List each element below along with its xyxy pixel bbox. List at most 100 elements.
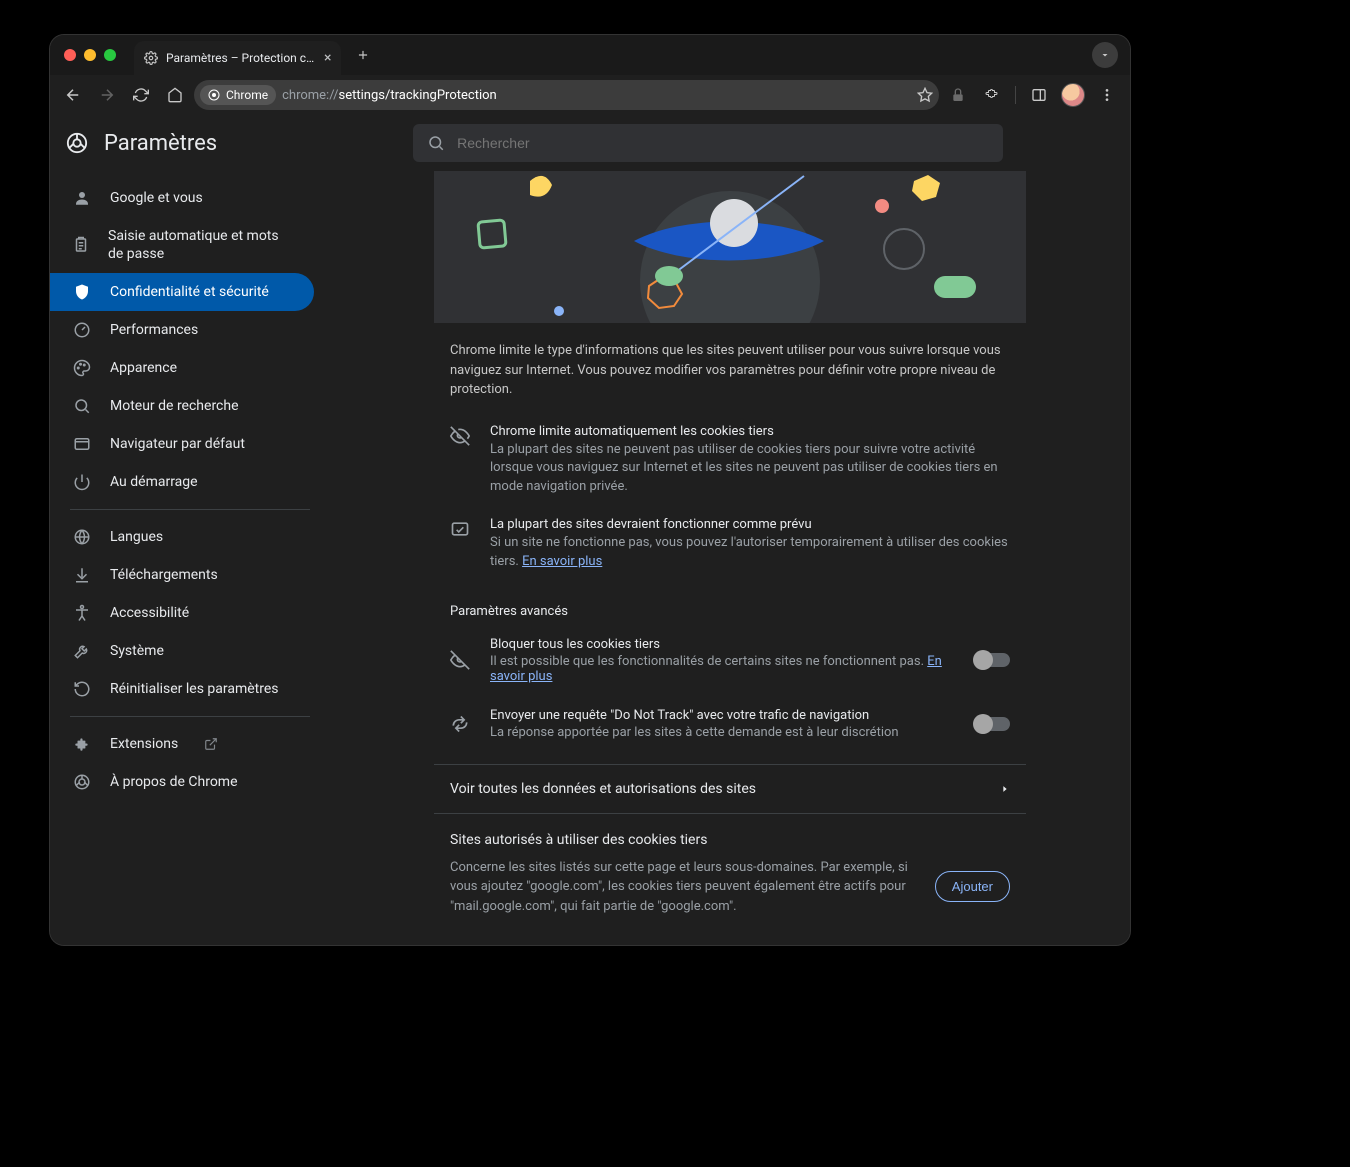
- sidebar-item-label: Téléchargements: [110, 567, 218, 583]
- add-site-button[interactable]: Ajouter: [935, 871, 1010, 902]
- settings-search[interactable]: [413, 124, 1003, 162]
- main-content: Chrome limite le type d'informations que…: [330, 171, 1130, 945]
- home-button[interactable]: [160, 80, 190, 110]
- sidebar-item-system[interactable]: Système: [50, 632, 314, 670]
- setting-desc: Il est possible que les fonctionnalités …: [490, 654, 960, 684]
- sidebar-item-autofill[interactable]: Saisie automatique et mots de passe: [50, 217, 314, 273]
- speedometer-icon: [72, 321, 92, 339]
- sidebar: Google et vous Saisie automatique et mot…: [50, 171, 330, 945]
- close-window-button[interactable]: [64, 49, 76, 61]
- sidebar-item-on-startup[interactable]: Au démarrage: [50, 463, 314, 501]
- tab-title: Paramètres – Protection cont: [166, 51, 316, 65]
- external-link-icon: [204, 737, 218, 751]
- accessibility-icon: [72, 604, 92, 622]
- sidebar-item-label: Langues: [110, 529, 163, 545]
- settings-search-input[interactable]: [455, 134, 989, 152]
- chrome-icon: [208, 89, 220, 101]
- maximize-window-button[interactable]: [104, 49, 116, 61]
- puzzle-icon: [72, 735, 92, 753]
- learn-more-link[interactable]: En savoir plus: [522, 554, 602, 569]
- reload-button[interactable]: [126, 80, 156, 110]
- sidebar-item-reset[interactable]: Réinitialiser les paramètres: [50, 670, 314, 708]
- power-icon: [72, 473, 92, 491]
- sidebar-item-label: Confidentialité et sécurité: [110, 284, 269, 300]
- advanced-section-label: Paramètres avancés: [434, 582, 1026, 625]
- tab-strip: Paramètres – Protection cont ×: [50, 35, 1130, 75]
- do-not-track-toggle[interactable]: [976, 717, 1010, 731]
- info-title: Chrome limite automatiquement les cookie…: [490, 424, 1010, 439]
- sidebar-item-about[interactable]: À propos de Chrome: [50, 763, 314, 801]
- back-button[interactable]: [58, 80, 88, 110]
- url-bar[interactable]: Chrome chrome://settings/trackingProtect…: [194, 80, 939, 110]
- browser-window: Paramètres – Protection cont × Chrome ch…: [50, 35, 1130, 945]
- info-sites-should-work: La plupart des sites devraient fonctionn…: [434, 507, 1026, 582]
- allowed-sites-section: Sites autorisés à utiliser des cookies t…: [434, 814, 1026, 935]
- sidebar-item-privacy-security[interactable]: Confidentialité et sécurité: [50, 273, 314, 311]
- side-panel-button[interactable]: [1024, 80, 1054, 110]
- chrome-icon: [72, 773, 92, 791]
- sidebar-item-label: Au démarrage: [110, 474, 198, 490]
- sidebar-item-accessibility[interactable]: Accessibilité: [50, 594, 314, 632]
- sidebar-item-label: Navigateur par défaut: [110, 436, 245, 452]
- browser-window-icon: [72, 435, 92, 453]
- sidebar-item-label: À propos de Chrome: [110, 774, 238, 790]
- sidebar-item-google-and-you[interactable]: Google et vous: [50, 179, 314, 217]
- lock-extension-icon[interactable]: [943, 80, 973, 110]
- sidebar-item-label: Accessibilité: [110, 605, 189, 621]
- wrench-icon: [72, 642, 92, 660]
- new-tab-button[interactable]: [349, 41, 377, 69]
- page-title: Paramètres: [104, 131, 217, 156]
- tab-search-button[interactable]: [1092, 42, 1118, 68]
- bookmark-star-icon[interactable]: [917, 87, 933, 103]
- info-desc: La plupart des sites ne peuvent pas util…: [490, 441, 1010, 498]
- sidebar-item-performance[interactable]: Performances: [50, 311, 314, 349]
- forward-button[interactable]: [92, 80, 122, 110]
- globe-icon: [72, 528, 92, 546]
- minimize-window-button[interactable]: [84, 49, 96, 61]
- sidebar-divider: [70, 509, 310, 510]
- close-tab-button[interactable]: ×: [324, 50, 331, 66]
- intro-text: Chrome limite le type d'informations que…: [434, 323, 1026, 414]
- sidebar-item-languages[interactable]: Langues: [50, 518, 314, 556]
- profile-avatar[interactable]: [1058, 80, 1088, 110]
- chevron-right-icon: [1000, 784, 1010, 794]
- window-controls: [58, 49, 126, 61]
- section-desc: Concerne les sites listés sur cette page…: [450, 858, 915, 917]
- clipboard-icon: [72, 236, 90, 254]
- redirect-icon: [450, 714, 474, 734]
- sidebar-item-label: Apparence: [110, 360, 177, 376]
- sidebar-item-label: Extensions: [110, 736, 178, 752]
- person-icon: [72, 189, 92, 207]
- setting-title: Envoyer une requête "Do Not Track" avec …: [490, 708, 960, 723]
- see-all-site-data-row[interactable]: Voir toutes les données et autorisations…: [434, 764, 1026, 814]
- sidebar-item-default-browser[interactable]: Navigateur par défaut: [50, 425, 314, 463]
- block-all-cookies-toggle[interactable]: [976, 653, 1010, 667]
- toolbar: Chrome chrome://settings/trackingProtect…: [50, 75, 1130, 115]
- info-title: La plupart des sites devraient fonctionn…: [490, 517, 1010, 532]
- restore-icon: [72, 680, 92, 698]
- search-icon: [427, 134, 445, 152]
- eye-off-icon: [450, 650, 474, 670]
- url-origin-chip[interactable]: Chrome: [200, 85, 276, 105]
- settings-icon: [144, 51, 158, 65]
- sidebar-item-downloads[interactable]: Téléchargements: [50, 556, 314, 594]
- sidebar-item-appearance[interactable]: Apparence: [50, 349, 314, 387]
- sidebar-item-label: Performances: [110, 322, 198, 338]
- menu-button[interactable]: [1092, 80, 1122, 110]
- info-desc: Si un site ne fonctionne pas, vous pouve…: [490, 534, 1010, 572]
- extensions-button[interactable]: [977, 80, 1007, 110]
- palette-icon: [72, 359, 92, 377]
- browser-tab[interactable]: Paramètres – Protection cont ×: [134, 41, 341, 75]
- setting-desc: La réponse apportée par les sites à cett…: [490, 725, 960, 740]
- sidebar-item-label: Réinitialiser les paramètres: [110, 681, 279, 697]
- shield-icon: [72, 283, 92, 301]
- eye-off-icon: [450, 424, 474, 498]
- url-text: chrome://settings/trackingProtection: [282, 88, 497, 103]
- sidebar-item-extensions[interactable]: Extensions: [50, 725, 314, 763]
- sidebar-item-label: Moteur de recherche: [110, 398, 239, 414]
- info-auto-limit-cookies: Chrome limite automatiquement les cookie…: [434, 414, 1026, 508]
- url-chip-label: Chrome: [226, 88, 268, 102]
- setting-do-not-track: Envoyer une requête "Do Not Track" avec …: [434, 696, 1026, 752]
- sidebar-item-label: Google et vous: [110, 190, 203, 206]
- sidebar-item-search-engine[interactable]: Moteur de recherche: [50, 387, 314, 425]
